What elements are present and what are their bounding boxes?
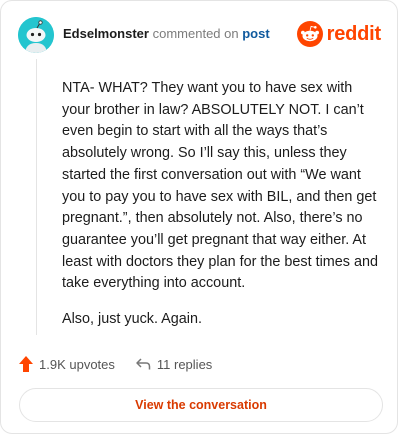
snoo-avatar-icon[interactable] [18,17,54,53]
username[interactable]: Edselmonster [63,26,149,41]
comment-card: Edselmonster commented on post reddit NT… [0,0,398,434]
view-conversation-button[interactable]: View the conversation [19,388,383,422]
reddit-wordmark: reddit [326,22,382,45]
comment-action-text: commented on [152,26,239,41]
post-link[interactable]: post [242,26,269,41]
upvotes-stat[interactable]: 1.9K upvotes [19,356,115,372]
comment-header: Edselmonster commented on post [63,26,270,42]
reddit-logo[interactable]: reddit [296,21,382,47]
upvotes-label: 1.9K upvotes [39,356,115,372]
view-conversation-label: View the conversation [135,398,267,412]
replies-stat[interactable]: 11 replies [135,357,212,372]
reply-arrow-icon [136,358,151,370]
reddit-snoo-icon [296,21,323,47]
comment-paragraph: Also, just yuck. Again. [62,311,202,328]
replies-label: 11 replies [156,356,213,372]
upvote-arrow-icon [19,356,33,372]
comment-paragraph: NTA- WHAT? They want you to have sex wit… [62,80,378,292]
thread-line [36,59,37,335]
comment-body: NTA- WHAT? They want you to have sex wit… [62,78,380,345]
comment-stats: 1.9K upvotes 11 replies [19,356,212,372]
